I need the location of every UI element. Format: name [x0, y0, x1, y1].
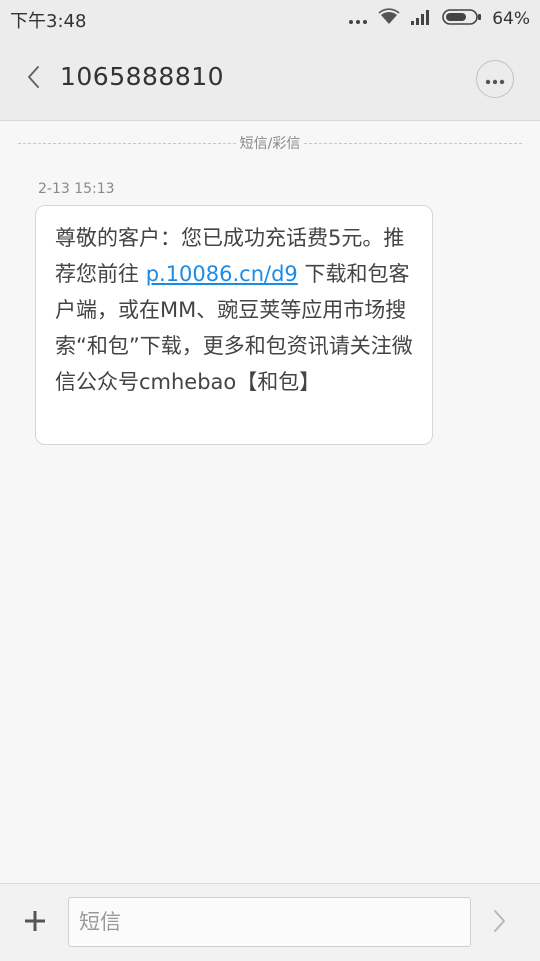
send-button[interactable]: [484, 906, 516, 940]
battery-icon: [442, 8, 482, 30]
more-options-button[interactable]: [476, 60, 514, 98]
message-link[interactable]: p.10086.cn/d9: [146, 262, 298, 286]
divider-line: [18, 142, 236, 144]
wifi-icon: [378, 8, 400, 30]
message-timestamp: 2-13 15:13: [38, 181, 115, 197]
message-bubble[interactable]: 尊敬的客户：您已成功充话费5元。推荐您前往 p.10086.cn/d9 下载和包…: [35, 205, 433, 445]
chevron-right-icon: [492, 908, 508, 938]
divider-line: [304, 142, 522, 144]
more-dots-icon: [348, 10, 368, 29]
message-input[interactable]: [68, 897, 471, 947]
conversation-header: 1065888810: [0, 38, 540, 121]
contact-title: 1065888810: [60, 62, 225, 91]
signal-icon: [410, 8, 432, 30]
divider-label: 短信/彩信: [239, 136, 301, 152]
back-button[interactable]: [16, 62, 50, 96]
status-bar: 下午3:48 64%: [0, 0, 540, 38]
battery-percent: 64%: [492, 9, 530, 29]
status-time: 下午3:48: [10, 11, 87, 32]
compose-bar: [0, 883, 540, 961]
chevron-left-icon: [25, 64, 41, 94]
message-type-divider: 短信/彩信: [18, 132, 522, 154]
status-icons: 64%: [348, 6, 530, 32]
more-dots-icon: [485, 70, 505, 89]
attach-button[interactable]: [18, 906, 52, 940]
plus-icon: [23, 909, 47, 937]
